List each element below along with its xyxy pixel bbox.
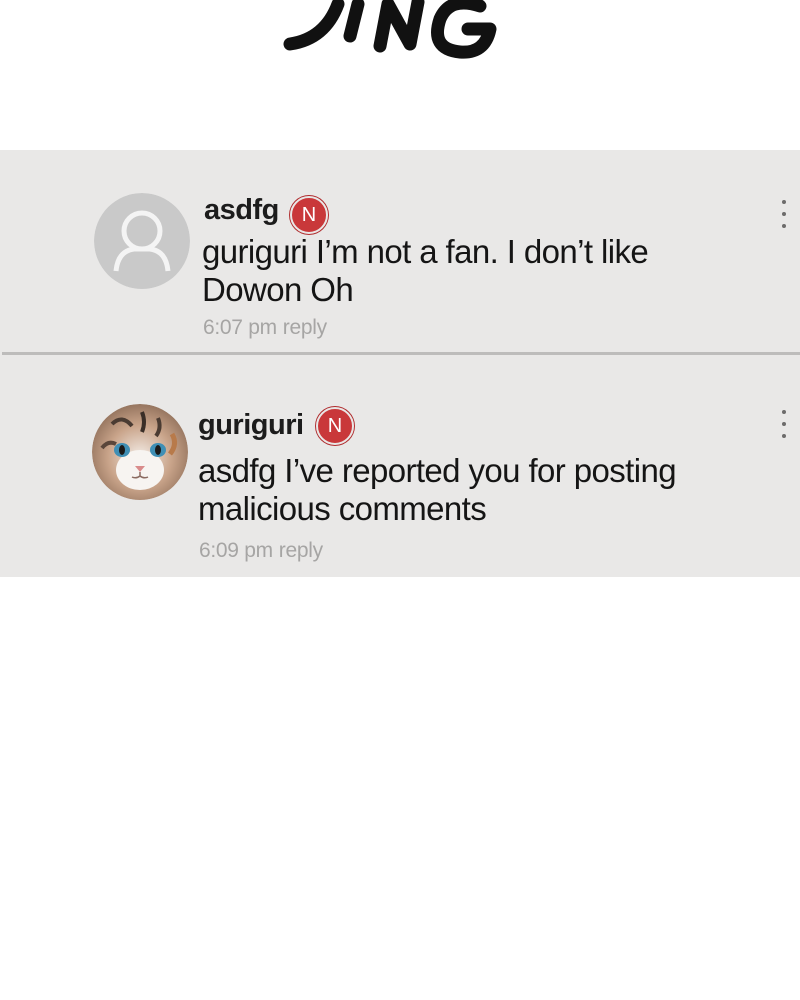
comment-card: guriguri N asdfg I’ve reported you for p… — [0, 357, 800, 577]
comment-card: asdfg N guriguri I’m not a fan. I don’t … — [0, 150, 800, 352]
comment-username[interactable]: guriguri — [198, 409, 304, 442]
comment-username[interactable]: asdfg — [204, 194, 279, 227]
cat-photo-avatar[interactable] — [92, 404, 188, 500]
new-badge: N — [316, 407, 354, 445]
comment-text: guriguri I’m not a fan. I don’t like Dow… — [202, 233, 649, 308]
more-options-icon[interactable] — [774, 200, 794, 228]
new-badge: N — [290, 196, 328, 234]
default-user-avatar[interactable] — [94, 193, 190, 289]
webtoon-panel: asdfg N guriguri I’m not a fan. I don’t … — [0, 0, 800, 1000]
comment-meta: 6:07 pm reply — [203, 316, 327, 340]
reply-button[interactable]: reply — [279, 539, 323, 562]
comment-text: asdfg I’ve reported you for posting mali… — [198, 452, 677, 527]
sound-effect-lettering — [280, 0, 510, 64]
comment-time: 6:09 pm — [199, 539, 273, 562]
comment-meta: 6:09 pm reply — [199, 539, 323, 563]
comment-time: 6:07 pm — [203, 316, 277, 339]
more-options-icon[interactable] — [774, 410, 794, 438]
reply-button[interactable]: reply — [283, 316, 327, 339]
